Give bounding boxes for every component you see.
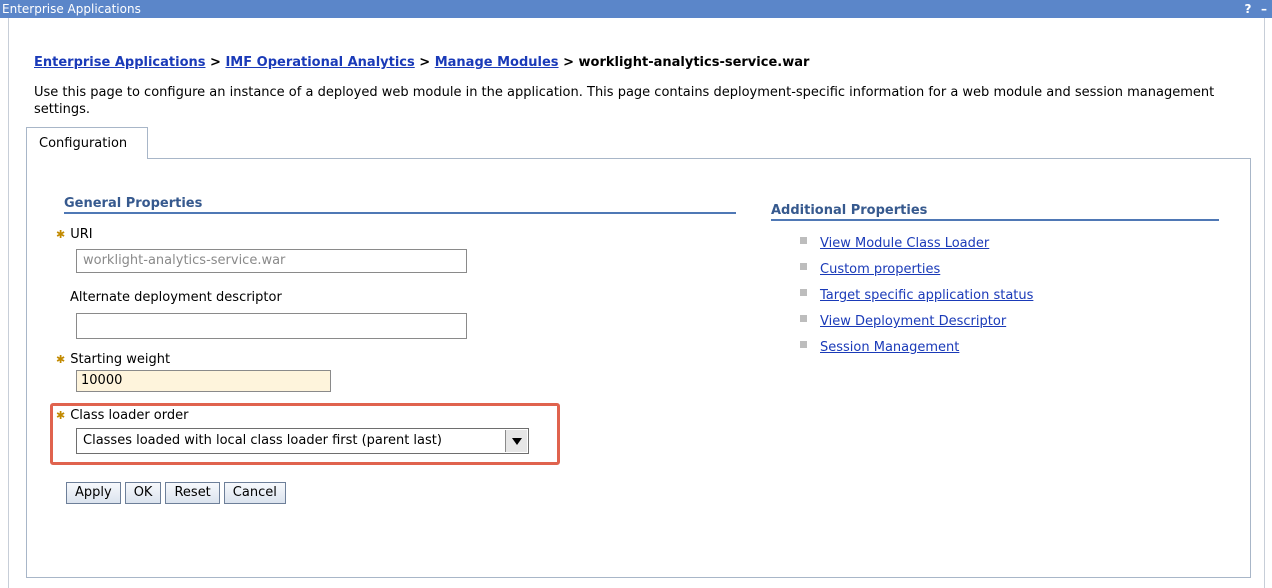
bullet-icon xyxy=(800,341,807,348)
uri-label-text: URI xyxy=(70,227,93,242)
required-icon: ✱ xyxy=(56,353,66,366)
link-view-module-class-loader[interactable]: View Module Class Loader xyxy=(820,236,989,252)
additional-properties-heading: Additional Properties xyxy=(771,203,1219,221)
help-icon[interactable]: ? xyxy=(1242,0,1254,18)
titlebar-controls: ? – xyxy=(1242,0,1270,18)
configuration-panel xyxy=(26,158,1251,578)
required-icon: ✱ xyxy=(56,409,66,422)
additional-properties-list: View Module Class Loader Custom properti… xyxy=(800,236,1033,366)
class-loader-selected-value: Classes loaded with local class loader f… xyxy=(83,433,442,448)
class-loader-select[interactable]: Classes loaded with local class loader f… xyxy=(76,428,529,454)
bullet-icon xyxy=(800,289,807,296)
general-properties-heading: General Properties xyxy=(64,196,736,214)
breadcrumb-current: worklight-analytics-service.war xyxy=(578,55,810,70)
bullet-icon xyxy=(800,315,807,322)
list-item: View Deployment Descriptor xyxy=(800,314,1033,340)
link-custom-properties[interactable]: Custom properties xyxy=(820,262,940,278)
breadcrumb-separator: > xyxy=(210,55,221,70)
starting-weight-field[interactable]: 10000 xyxy=(76,370,331,392)
class-loader-label: ✱ Class loader order xyxy=(56,408,188,423)
required-icon: ✱ xyxy=(56,228,66,241)
starting-weight-label: ✱ Starting weight xyxy=(56,352,170,367)
uri-label: ✱ URI xyxy=(56,227,93,242)
list-item: Target specific application status xyxy=(800,288,1033,314)
window-titlebar: Enterprise Applications ? – xyxy=(0,0,1272,18)
reset-button[interactable]: Reset xyxy=(165,482,220,504)
list-item: Custom properties xyxy=(800,262,1033,288)
page-description: Use this page to configure an instance o… xyxy=(34,85,1215,117)
chevron-down-icon xyxy=(511,437,522,445)
uri-field[interactable]: worklight-analytics-service.war xyxy=(76,249,467,273)
minimize-icon[interactable]: – xyxy=(1258,0,1270,18)
breadcrumb-separator: > xyxy=(563,55,574,70)
list-item: Session Management xyxy=(800,340,1033,366)
breadcrumb-link-manage-modules[interactable]: Manage Modules xyxy=(435,55,559,70)
ok-button[interactable]: OK xyxy=(124,482,162,504)
class-loader-label-text: Class loader order xyxy=(70,408,189,423)
link-target-specific-application-status[interactable]: Target specific application status xyxy=(820,288,1033,304)
list-item: View Module Class Loader xyxy=(800,236,1033,262)
breadcrumb-link-imf-operational-analytics[interactable]: IMF Operational Analytics xyxy=(225,55,414,70)
window-title: Enterprise Applications xyxy=(2,2,141,16)
alt-descriptor-label: Alternate deployment descriptor xyxy=(70,290,282,305)
breadcrumb-link-enterprise-applications[interactable]: Enterprise Applications xyxy=(34,55,206,70)
breadcrumb-separator: > xyxy=(419,55,431,70)
form-buttons: Apply OK Reset Cancel xyxy=(66,482,286,504)
tab-configuration[interactable]: Configuration xyxy=(26,127,148,159)
bullet-icon xyxy=(800,237,807,244)
alt-descriptor-field[interactable] xyxy=(76,313,467,339)
dropdown-arrow[interactable] xyxy=(505,430,527,452)
starting-weight-label-text: Starting weight xyxy=(70,352,171,367)
apply-button[interactable]: Apply xyxy=(66,482,121,504)
link-session-management[interactable]: Session Management xyxy=(820,340,959,356)
link-view-deployment-descriptor[interactable]: View Deployment Descriptor xyxy=(820,314,1006,330)
breadcrumb: Enterprise Applications > IMF Operationa… xyxy=(34,55,809,70)
cancel-button[interactable]: Cancel xyxy=(223,482,286,504)
bullet-icon xyxy=(800,263,807,270)
